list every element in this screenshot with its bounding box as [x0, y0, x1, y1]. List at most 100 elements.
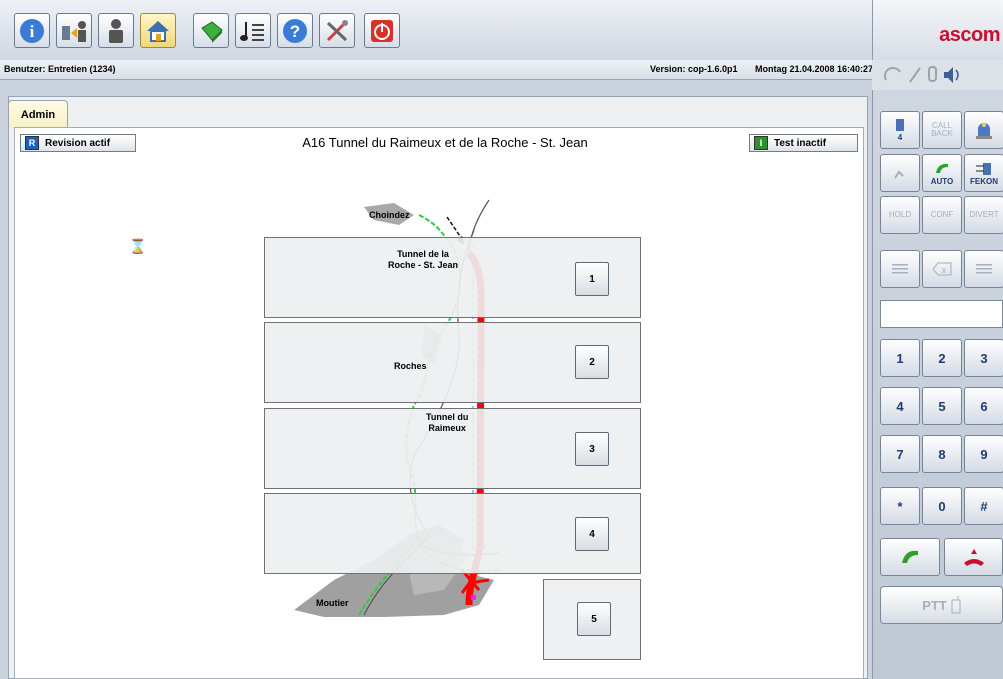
divert-button[interactable]: DIVERT — [964, 196, 1003, 234]
transfer-icon — [894, 170, 904, 179]
answer-button[interactable] — [880, 538, 940, 576]
key-7-label: 7 — [896, 446, 904, 462]
login-button[interactable] — [56, 13, 92, 48]
call-back-button[interactable]: CALL BACK — [922, 111, 962, 149]
key-9[interactable]: 9 — [964, 435, 1003, 473]
backspace-button[interactable]: x — [922, 250, 962, 288]
fekon-button[interactable]: FEKON — [964, 154, 1003, 192]
queue-button[interactable]: 4 — [880, 111, 920, 149]
radio-icon — [951, 596, 961, 614]
power-icon — [371, 19, 393, 42]
tab-admin[interactable]: Admin — [8, 100, 68, 128]
home-icon — [147, 20, 169, 42]
revision-badge: R — [25, 136, 39, 150]
home-button[interactable] — [140, 13, 176, 48]
music-list-button[interactable] — [235, 13, 271, 48]
music-list-icon — [240, 21, 264, 41]
svg-text:x: x — [942, 265, 947, 275]
alarm-button[interactable] — [964, 111, 1003, 149]
hold-label: HOLD — [888, 210, 912, 219]
headset-status-icon — [883, 66, 959, 83]
sector-5-label: 5 — [591, 613, 597, 625]
user-label: Benutzer: Entretien (1234) — [4, 64, 116, 74]
book-icon — [201, 20, 223, 43]
sector-1-label: 1 — [589, 273, 595, 285]
key-hash-label: # — [980, 498, 988, 514]
list-right-button[interactable] — [964, 250, 1003, 288]
sector-5-button[interactable]: 5 — [577, 602, 611, 636]
datetime-label: Montag 21.04.2008 16:40:27 — [755, 64, 874, 74]
key-0[interactable]: 0 — [922, 487, 962, 525]
key-2[interactable]: 2 — [922, 339, 962, 377]
conf-label: CONF — [930, 210, 954, 219]
key-2-label: 2 — [938, 350, 946, 366]
book-button[interactable] — [193, 13, 229, 48]
auto-label: AUTO — [930, 176, 954, 186]
key-3[interactable]: 3 — [964, 339, 1003, 377]
sector-3-button[interactable]: 3 — [575, 432, 609, 466]
conf-button[interactable]: CONF — [922, 196, 962, 234]
call-back-label: CALL BACK — [931, 121, 953, 138]
svg-text:?: ? — [290, 22, 300, 41]
hangup-button[interactable] — [944, 538, 1003, 576]
person-button[interactable] — [98, 13, 134, 48]
key-5-label: 5 — [938, 398, 946, 414]
phone-status-icons — [872, 60, 1003, 90]
hold-button[interactable]: HOLD — [880, 196, 920, 234]
revision-button[interactable]: R Revision actif — [20, 134, 136, 152]
key-7[interactable]: 7 — [880, 435, 920, 473]
key-1[interactable]: 1 — [880, 339, 920, 377]
key-3-label: 3 — [980, 350, 988, 366]
alarm-bell-icon — [976, 123, 992, 139]
test-badge: I — [754, 136, 768, 150]
ptt-button[interactable]: PTT — [880, 586, 1003, 624]
tools-button[interactable] — [319, 13, 355, 48]
person-icon — [109, 18, 123, 43]
key-9-label: 9 — [980, 446, 988, 462]
label-choindez: Choindez — [369, 210, 410, 220]
help-button[interactable]: ? — [277, 13, 313, 48]
help-icon: ? — [283, 18, 307, 43]
info-icon: i — [20, 18, 44, 43]
key-6[interactable]: 6 — [964, 387, 1003, 425]
label-moutier: Moutier — [316, 598, 349, 608]
sector-1-button[interactable]: 1 — [575, 262, 609, 296]
sector-2-button[interactable]: 2 — [575, 345, 609, 379]
key-hash[interactable]: # — [964, 487, 1003, 525]
auto-button[interactable]: AUTO — [922, 154, 962, 192]
key-5[interactable]: 5 — [922, 387, 962, 425]
transfer-button[interactable] — [880, 154, 920, 192]
page-title: A16 Tunnel du Raimeux et de la Roche - S… — [302, 135, 588, 150]
fekon-label: FEKON — [970, 176, 998, 186]
key-star-label: * — [897, 498, 903, 514]
sector-2-label: 2 — [589, 356, 595, 368]
info-button[interactable]: i — [14, 13, 50, 48]
list-left-button[interactable] — [880, 250, 920, 288]
key-4[interactable]: 4 — [880, 387, 920, 425]
label-roches: Roches — [394, 361, 427, 371]
revision-label: Revision actif — [45, 137, 111, 149]
key-0-label: 0 — [938, 498, 946, 514]
test-button[interactable]: I Test inactif — [749, 134, 858, 152]
hangup-call-icon — [963, 549, 984, 566]
handset-icon — [936, 163, 948, 173]
version-label: Version: cop-1.6.0p1 — [650, 64, 738, 74]
key-star[interactable]: * — [880, 487, 920, 525]
svg-text:i: i — [30, 22, 35, 41]
hourglass-icon: ⌛ — [129, 238, 147, 254]
dial-display — [880, 300, 1003, 328]
label-tunnel-roche: Tunnel de la Roche - St. Jean — [388, 249, 459, 270]
sector-4-button[interactable]: 4 — [575, 517, 609, 551]
brand-logo: ascom — [939, 24, 1000, 46]
power-button[interactable] — [364, 13, 400, 48]
sector-3-label: 3 — [589, 443, 595, 455]
fekon-icon — [976, 162, 991, 175]
backspace-icon: x — [932, 262, 952, 276]
answer-call-icon — [902, 550, 918, 563]
brand-area: ascom — [872, 0, 1003, 60]
label-tunnel-raimeux: Tunnel du Raimeux — [426, 412, 469, 433]
tools-icon — [326, 19, 348, 41]
toolbar: i ? — [0, 0, 872, 61]
key-4-label: 4 — [896, 398, 904, 414]
key-8[interactable]: 8 — [922, 435, 962, 473]
